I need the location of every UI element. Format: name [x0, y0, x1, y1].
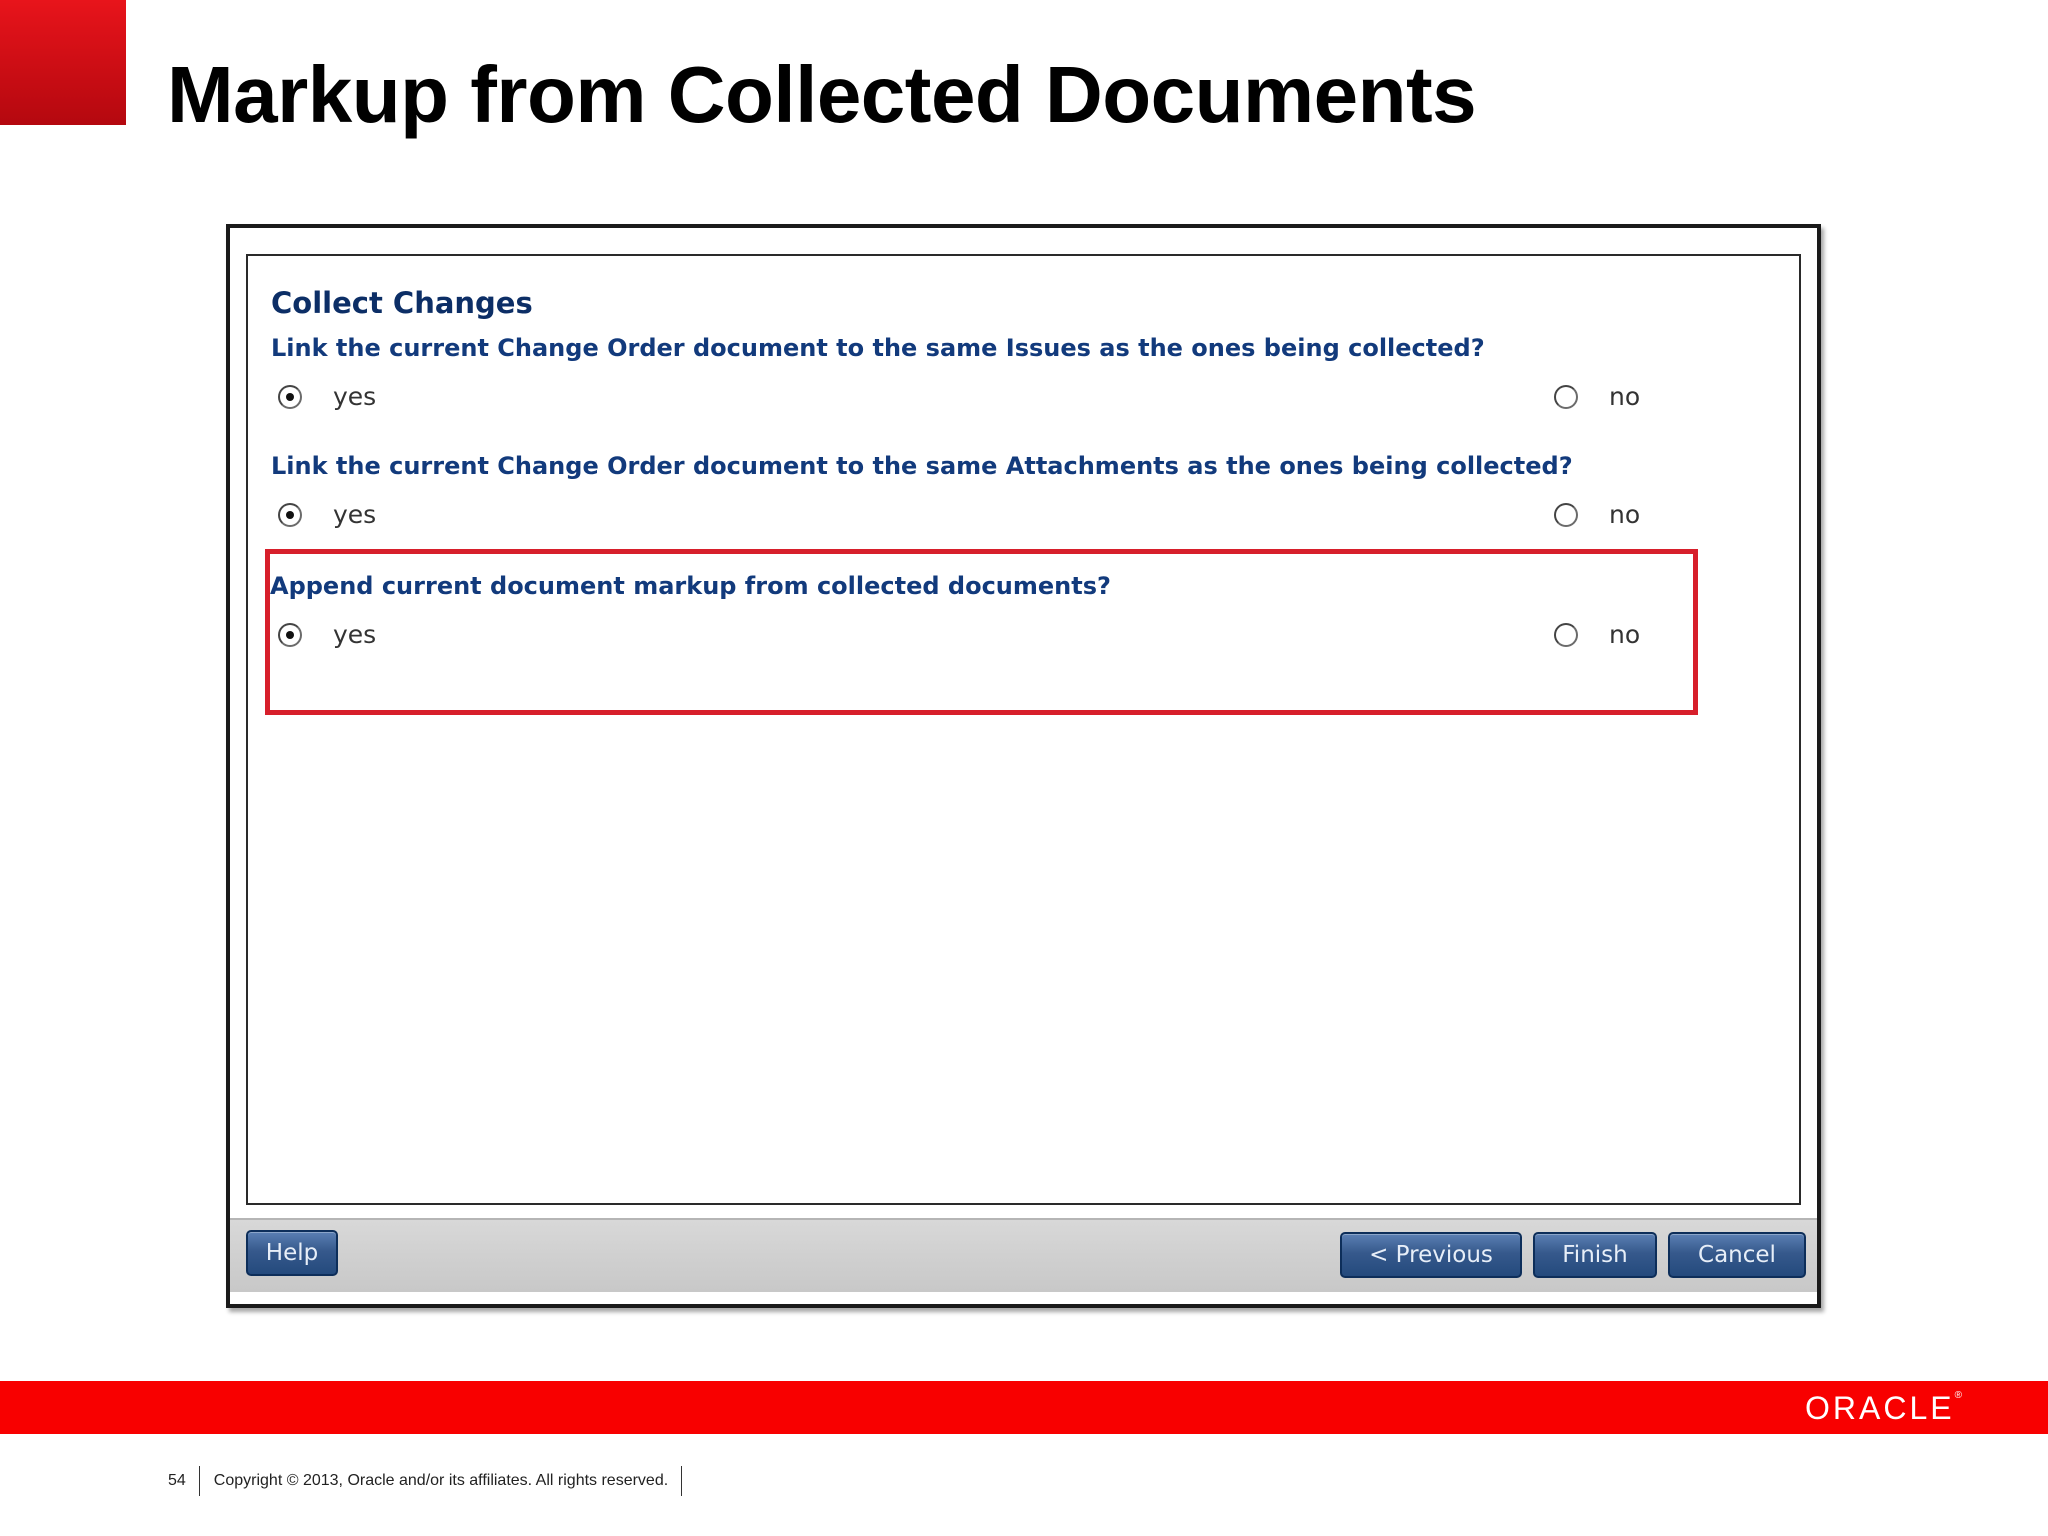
- radio-label: no: [1609, 382, 1641, 411]
- dialog-body: Collect Changes Link the current Change …: [246, 254, 1801, 1205]
- issues-no-radio[interactable]: no: [1554, 382, 1640, 411]
- question-link-issues: Link the current Change Order document t…: [271, 334, 1485, 362]
- footer-divider: [681, 1466, 683, 1496]
- page-number: 54: [168, 1472, 186, 1489]
- radio-unselected-icon[interactable]: [1554, 622, 1578, 647]
- radio-label: yes: [333, 500, 377, 529]
- oracle-logo-text: ORACLE: [1805, 1390, 1955, 1426]
- slide-title: Markup from Collected Documents: [167, 50, 1477, 139]
- issues-yes-radio[interactable]: yes: [278, 382, 376, 411]
- oracle-logo: ORACLE®: [1805, 1390, 1962, 1427]
- dialog-button-bar: Help < Previous Finish Cancel: [230, 1218, 1817, 1292]
- help-button[interactable]: Help: [246, 1230, 338, 1276]
- question-link-attachments: Link the current Change Order document t…: [271, 452, 1573, 480]
- radio-selected-icon[interactable]: [278, 502, 302, 527]
- corner-accent-block: [0, 0, 126, 125]
- radio-label: no: [1609, 620, 1641, 649]
- question-append-markup: Append current document markup from coll…: [270, 572, 1111, 600]
- previous-button[interactable]: < Previous: [1340, 1232, 1522, 1278]
- radio-label: yes: [333, 620, 377, 649]
- copyright-text: Copyright © 2013, Oracle and/or its affi…: [213, 1472, 669, 1489]
- footer-red-band: ORACLE®: [0, 1381, 2048, 1434]
- collect-changes-dialog: Collect Changes Link the current Change …: [226, 224, 1821, 1308]
- footer-divider: [198, 1466, 200, 1496]
- registered-mark-icon: ®: [1954, 1390, 1962, 1401]
- cancel-button[interactable]: Cancel: [1668, 1232, 1806, 1278]
- attachments-yes-radio[interactable]: yes: [278, 500, 376, 529]
- radio-unselected-icon[interactable]: [1554, 502, 1578, 527]
- radio-label: no: [1609, 500, 1641, 529]
- radio-selected-icon[interactable]: [278, 384, 302, 409]
- markup-yes-radio[interactable]: yes: [278, 620, 376, 649]
- section-title: Collect Changes: [271, 286, 533, 320]
- finish-button[interactable]: Finish: [1533, 1232, 1657, 1278]
- radio-label: yes: [333, 382, 377, 411]
- radio-selected-icon[interactable]: [278, 622, 302, 647]
- markup-no-radio[interactable]: no: [1554, 620, 1640, 649]
- radio-unselected-icon[interactable]: [1554, 384, 1578, 409]
- slide-footer: 54 Copyright © 2013, Oracle and/or its a…: [168, 1466, 696, 1496]
- attachments-no-radio[interactable]: no: [1554, 500, 1640, 529]
